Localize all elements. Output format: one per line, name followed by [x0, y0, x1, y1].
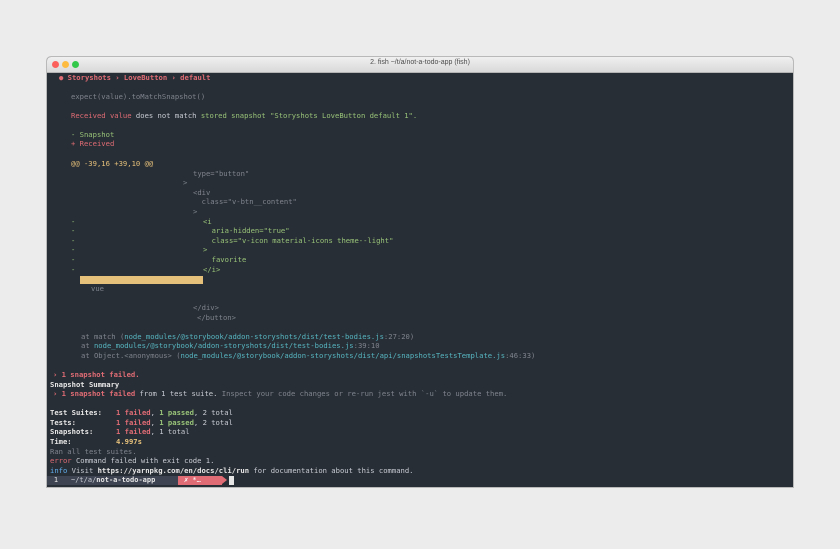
diff-marker: - [71, 245, 76, 254]
diff-line: type="button" [193, 169, 250, 178]
received-mid: does not match [131, 111, 201, 120]
failed-suite-line: › 1 snapshot failed from 1 test suite. I… [53, 389, 508, 398]
received-line: Received value does not match stored sna… [71, 111, 417, 121]
terminal-window: 2. fish ~/t/a/not-a-todo-app (fish) ● St… [47, 57, 793, 487]
prompt-number: 1 [47, 476, 65, 485]
powerline-arrow-icon [222, 476, 227, 484]
diff-line: vue [91, 284, 104, 293]
title-bar: 2. fish ~/t/a/not-a-todo-app (fish) [47, 57, 793, 73]
prompt-path: ~/t/a/not-a-todo-app [65, 476, 178, 485]
summary-label: Test Suites: [50, 408, 102, 417]
received-highlight [80, 276, 203, 284]
terminal-output[interactable]: ● Storyshots › LoveButton › default expe… [47, 73, 793, 487]
diff-line: favorite [203, 255, 247, 264]
summary-values: 1 failed, 1 total [116, 427, 190, 436]
window-title: 2. fish ~/t/a/not-a-todo-app (fish) [370, 59, 470, 66]
diff-marker: - [71, 265, 76, 274]
git-status: ✗ *… [178, 476, 222, 485]
diff-line: > [193, 207, 198, 216]
diff-line: class="v-icon material-icons theme--ligh… [203, 236, 394, 245]
docs-link[interactable]: https://yarnpkg.com/en/docs/cli/run [98, 466, 249, 475]
received-value: Received value [71, 111, 132, 120]
info-line: info Visit https://yarnpkg.com/en/docs/c… [50, 466, 414, 475]
diff-line: aria-hidden="true" [203, 226, 290, 235]
stack-line: at node_modules/@storybook/addon-storysh… [81, 341, 380, 350]
diff-line: class="v-btn__content" [193, 197, 297, 206]
diff-marker: - [71, 255, 76, 264]
test-header: ● Storyshots › LoveButton › default [59, 73, 211, 82]
summary-label: Time: [50, 437, 72, 446]
stack-line: at Object.<anonymous> (node_modules/@sto… [81, 351, 536, 360]
text-cursor[interactable] [229, 476, 234, 485]
failed-line: › 1 snapshot failed. [53, 370, 140, 379]
error-line: error Command failed with exit code 1. [50, 456, 215, 465]
diff-line: > [203, 245, 208, 254]
expect-line: expect(value).toMatchSnapshot() [71, 92, 206, 101]
summary-values: 1 failed, 1 passed, 2 total [116, 408, 233, 417]
stored-snapshot: stored snapshot "Storyshots LoveButton d… [200, 111, 418, 120]
diff-line: </button> [197, 313, 236, 322]
summary-label: Snapshots: [50, 427, 94, 436]
diff-hunk: @@ -39,16 +39,10 @@ [71, 159, 154, 168]
diff-marker: - [71, 226, 76, 235]
diff-line: </i> [203, 265, 221, 274]
diff-line: </div> [193, 303, 219, 312]
time-value: 4.997s [116, 437, 142, 446]
diff-line: > [183, 178, 188, 187]
received-label: + Received [71, 139, 115, 148]
